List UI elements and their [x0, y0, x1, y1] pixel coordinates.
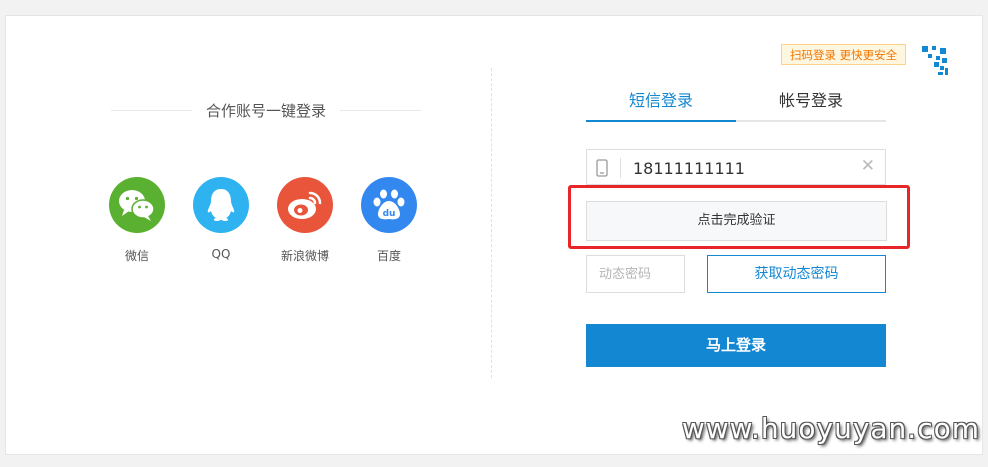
watermark-text: www.huoyuyan.com [681, 412, 980, 445]
weibo-login-button[interactable] [277, 177, 333, 233]
vertical-divider [491, 68, 492, 378]
weibo-icon [288, 191, 322, 219]
weibo-label: 新浪微博 [280, 249, 329, 263]
dynamic-code-input[interactable] [586, 255, 685, 293]
baidu-login-button[interactable]: du [361, 177, 417, 233]
phone-input[interactable] [631, 153, 855, 183]
wechat-icon [119, 190, 155, 221]
qrcode-corner-icon[interactable] [920, 44, 950, 80]
mobile-phone-icon [596, 159, 608, 181]
tab-account-login[interactable]: 帐号登录 [736, 86, 886, 120]
qr-login-tip[interactable]: 扫码登录 更快更安全 [781, 44, 907, 65]
phone-field-separator [620, 158, 621, 178]
wechat-login-button[interactable] [109, 177, 165, 233]
wechat-label: 微信 [124, 249, 149, 263]
baidu-label: 百度 [376, 249, 401, 263]
third-party-title-text: 合作账号一键登录 [206, 101, 327, 120]
phone-field[interactable]: ✕ [586, 149, 886, 185]
baidu-icon: du [373, 189, 405, 220]
svg-text:du: du [383, 209, 396, 219]
third-party-title: 合作账号一键登录 [111, 98, 422, 122]
title-divider-right [340, 109, 422, 111]
login-tabs: 短信登录 帐号登录 [586, 86, 886, 122]
captcha-verify-button[interactable]: 点击完成验证 [586, 201, 887, 241]
qq-login-button[interactable] [193, 177, 249, 233]
login-submit-button[interactable]: 马上登录 [586, 324, 886, 367]
clear-icon[interactable]: ✕ [861, 156, 875, 176]
login-panel: 合作账号一键登录 微信 QQ 新浪微博 du 百度 扫码登录 更快更安全 短信登… [5, 15, 983, 455]
qq-label: QQ [211, 247, 231, 261]
tab-sms-login[interactable]: 短信登录 [586, 86, 736, 122]
title-divider-left [111, 109, 192, 111]
qq-icon [207, 189, 235, 221]
get-dynamic-code-button[interactable]: 获取动态密码 [707, 255, 886, 293]
